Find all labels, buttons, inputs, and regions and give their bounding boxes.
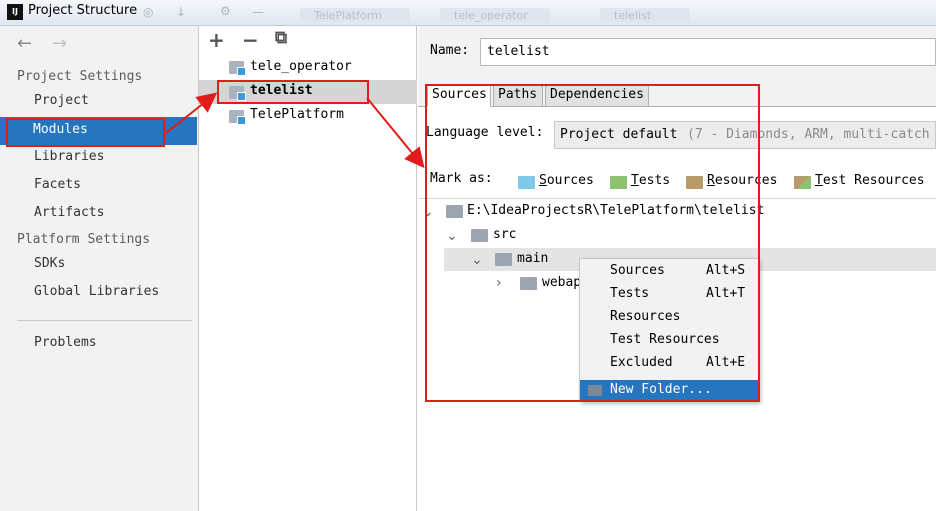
forward-button[interactable]: → [52,33,67,54]
test-resources-folder-icon [794,176,811,189]
sidebar-item-global-libraries[interactable]: Global Libraries [34,284,159,299]
sidebar-item-problems[interactable]: Problems [34,335,97,350]
annotation-box-modules [6,118,165,147]
sidebar-item-sdks[interactable]: SDKs [34,256,65,271]
sidebar-item-libraries[interactable]: Libraries [34,149,104,164]
module-icon [229,110,246,125]
sidebar-divider [17,320,192,321]
annotation-box-telelist [217,80,369,104]
sidebar-item-artifacts[interactable]: Artifacts [34,205,104,220]
history-icon: ◎ [143,5,154,19]
ghost-tab-teleplatform: TelePlatform [300,8,410,22]
mark-test-resources-button[interactable]: Test Resources [815,173,925,188]
module-item-teleplatform[interactable]: TelePlatform [250,107,344,122]
module-name-input[interactable]: telelist [480,38,936,66]
module-icon [229,61,246,76]
copy-module-button[interactable]: ⧉ [275,28,287,48]
intellij-icon: IJ [7,4,23,20]
sidebar-item-project[interactable]: Project [34,93,89,108]
minimize-icon: — [252,5,264,19]
settings-icon: ⚙ [220,4,231,18]
section-project-settings: Project Settings [17,69,143,84]
window-title: Project Structure [28,3,138,18]
add-module-button[interactable]: + [208,28,225,52]
title-bar: IJ Project Structure ◎ ↓ ⚙ — TelePlatfor… [0,0,936,26]
module-item-tele-operator[interactable]: tele_operator [250,59,352,74]
ghost-tab-tele-operator: tele_operator [440,8,550,22]
remove-module-button[interactable]: − [242,28,259,52]
download-icon: ↓ [176,5,187,19]
annotation-box-sources [425,84,760,402]
ghost-tab-telelist: telelist [600,8,690,22]
settings-sidebar [0,26,199,511]
name-label: Name: [430,43,470,58]
sidebar-item-facets[interactable]: Facets [34,177,81,192]
section-platform-settings: Platform Settings [17,232,151,247]
back-button[interactable]: ← [17,33,32,54]
